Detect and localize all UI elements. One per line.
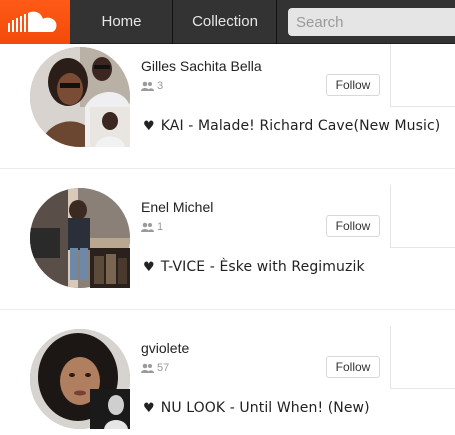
follow-button[interactable]: Follow	[326, 356, 380, 378]
follower-count: 57	[141, 362, 169, 374]
divider	[390, 106, 455, 107]
heart-icon: ♥	[143, 260, 155, 275]
nav-collection[interactable]: Collection	[174, 0, 277, 44]
separator	[0, 309, 455, 310]
divider	[390, 326, 391, 389]
heart-icon: ♥	[143, 119, 155, 134]
followers-icon	[141, 81, 154, 91]
separator	[0, 168, 455, 169]
liked-track[interactable]: ♥ KAI - Malade! Richard Cave(New Music)	[143, 118, 440, 134]
username[interactable]: Enel Michel	[141, 199, 213, 215]
username[interactable]: Gilles Sachita Bella	[141, 58, 262, 74]
heart-icon: ♥	[143, 401, 155, 416]
divider	[390, 185, 391, 248]
follower-count-value: 57	[157, 362, 170, 374]
track-title: NU LOOK - Until When! (New)	[160, 400, 370, 416]
avatar-thumbnail	[90, 389, 130, 429]
soundcloud-logo[interactable]	[0, 0, 70, 44]
track-title: KAI - Malade! Richard Cave(New Music)	[160, 118, 441, 134]
track-title: T-VICE - Èske with Regimuzik	[160, 259, 365, 275]
username[interactable]: gviolete	[141, 340, 189, 356]
divider	[390, 247, 455, 248]
search-input[interactable]	[288, 8, 455, 36]
followers-icon	[141, 222, 154, 232]
top-bar: Home Collection	[0, 0, 455, 44]
avatar-thumbnail	[90, 248, 130, 288]
follower-count: 3	[141, 80, 163, 92]
nav-home[interactable]: Home	[71, 0, 173, 44]
follower-count-value: 3	[157, 80, 164, 92]
liked-track[interactable]: ♥ NU LOOK - Until When! (New)	[143, 400, 370, 416]
followers-icon	[141, 363, 154, 373]
divider	[390, 44, 391, 107]
follow-button[interactable]: Follow	[326, 74, 380, 96]
liked-track[interactable]: ♥ T-VICE - Èske with Regimuzik	[143, 259, 365, 275]
avatar-thumbnail	[90, 107, 130, 147]
follow-button[interactable]: Follow	[326, 215, 380, 237]
follower-count-value: 1	[157, 221, 164, 233]
divider	[390, 388, 455, 389]
soundcloud-cloud-icon	[8, 11, 57, 32]
follower-count: 1	[141, 221, 163, 233]
